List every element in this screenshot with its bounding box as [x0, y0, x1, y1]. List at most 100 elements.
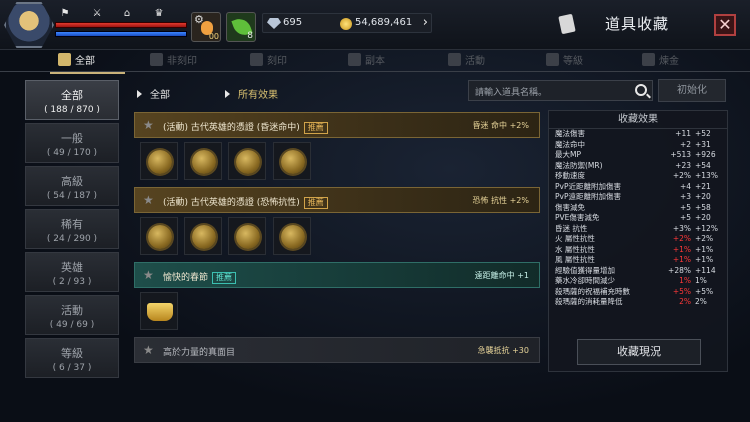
stat-current: +1% — [672, 244, 691, 254]
home-icon[interactable]: ⌂ — [120, 9, 134, 19]
stat-row: 魔法防禦(MR) +23 +54 — [549, 161, 727, 172]
hero-token-icon — [236, 150, 261, 174]
star-icon[interactable]: ★ — [143, 268, 154, 282]
reset-button[interactable]: 初始化 — [658, 79, 726, 102]
stat-max: 1% — [695, 276, 707, 285]
stat-row: 風 屬性抗性 +1% +1% — [549, 255, 727, 266]
category-hero[interactable]: 英雄 ( 2 / 93 ) — [25, 252, 119, 292]
tab-level[interactable]: 等級 — [546, 52, 583, 71]
tab-dungeon[interactable]: 副本 — [348, 52, 385, 71]
stat-current: 2% — [679, 297, 691, 306]
collection-status-button[interactable]: 收藏現況 — [577, 339, 701, 365]
category-list: 全部 ( 188 / 870 ) 一般 ( 49 / 170 ) 高級 ( 54… — [25, 80, 119, 381]
chevron-right-icon[interactable]: › — [423, 15, 428, 30]
book-icon — [58, 53, 71, 66]
stat-name: PVE傷害減免 — [555, 213, 600, 222]
item-slot[interactable] — [272, 142, 311, 180]
gem-icon — [267, 18, 281, 29]
stat-name: PvP遠距離附加傷害 — [555, 192, 621, 201]
effect-filter-dropdown[interactable]: 所有效果 — [225, 86, 278, 101]
stat-name: 藥水冷卻時間減少 — [555, 276, 615, 285]
stat-max: +1% — [695, 244, 714, 254]
stat-list[interactable]: 魔法傷害 +11 +52 魔法命中 +2 +31 最大MP +513 +926 魔法防禦(MR) +… — [549, 129, 727, 308]
collection-group-header[interactable]: ★ 愉快的春節 推薦 遠距離命中 +1 — [134, 262, 540, 288]
item-slot[interactable] — [184, 217, 223, 255]
collection-group: ★ 愉快的春節 推薦 遠距離命中 +1 — [134, 262, 540, 332]
category-normal[interactable]: 一般 ( 49 / 170 ) — [25, 123, 119, 163]
category-level[interactable]: 等級 ( 6 / 37 ) — [25, 338, 119, 378]
collection-group-header[interactable]: ★ 高於力量的真面目 急襲抵抗 +30 — [134, 337, 540, 363]
search-input[interactable]: 請輸入道具名稱。 — [468, 80, 653, 101]
collection-group-header[interactable]: ★ (活動) 古代英雄的憑證 (恐怖抗性) 推薦 恐怖 抗性 +2% — [134, 187, 540, 213]
stat-current: +513 — [670, 150, 691, 159]
stat-name: 水 屬性抗性 — [555, 244, 595, 254]
stat-current: +2% — [672, 234, 691, 243]
star-icon[interactable]: ★ — [143, 193, 154, 207]
hero-token-icon — [280, 225, 305, 249]
stat-row: PVE傷害減免 +5 +20 — [549, 213, 727, 224]
tab-engraved[interactable]: 刻印 — [250, 52, 287, 71]
search-icon[interactable] — [635, 84, 647, 96]
stat-current: +2% — [672, 171, 691, 180]
trophy-icon[interactable]: ♛ — [152, 9, 166, 19]
stat-current: +5 — [679, 213, 691, 222]
item-slot[interactable] — [140, 142, 178, 180]
stat-current: +1% — [672, 255, 691, 264]
stat-max: +58 — [695, 202, 711, 212]
stat-row: 魔法命中 +2 +31 — [549, 140, 727, 151]
stat-max: +20 — [695, 192, 711, 201]
category-rare[interactable]: 稀有 ( 24 / 290 ) — [25, 209, 119, 249]
top-bar: ⚑ ⚔ ⌂ ♛ ⚙ 00 8 695 54,689,461 › 道具收藏 ✕ — [0, 0, 750, 50]
star-icon[interactable]: ★ — [143, 118, 154, 132]
category-advanced[interactable]: 高級 ( 54 / 187 ) — [25, 166, 119, 206]
potion-count: 00 — [208, 32, 219, 41]
item-slot[interactable] — [140, 292, 178, 330]
flag-icon: ⚑ — [60, 8, 70, 19]
tab-bar: 全部 非刻印 刻印 副本 活動 等級 煉金 — [0, 50, 750, 74]
stat-row: PvP近距離附加傷害 +4 +21 — [549, 182, 727, 193]
collection-group-header[interactable]: ★ (活動) 古代英雄的憑證 (昏迷命中) 推薦 昏迷 命中 +2% — [134, 112, 540, 138]
stat-current: +23 — [675, 160, 691, 170]
sword-icon[interactable]: ⚔ — [90, 9, 104, 19]
recommended-badge: 推薦 — [212, 272, 237, 284]
collection-book-icon — [558, 13, 576, 35]
page-title: 道具收藏 — [605, 15, 670, 33]
star-icon[interactable]: ★ — [143, 343, 154, 357]
stat-name: 昏迷 抗性 — [555, 223, 588, 233]
buff-slot[interactable]: 8 — [226, 12, 256, 42]
hero-token-icon — [280, 150, 305, 174]
group-effect: 昏迷 命中 +2% — [472, 121, 529, 130]
potion-slot[interactable]: ⚙ 00 — [191, 12, 221, 42]
collection-list: ★ (活動) 古代英雄的憑證 (昏迷命中) 推薦 昏迷 命中 +2% ★ (活動)… — [134, 112, 540, 372]
stat-name: 經驗值獲得量增加 — [555, 265, 615, 275]
tab-alchemy[interactable]: 煉金 — [642, 52, 679, 71]
item-slot[interactable] — [228, 142, 267, 180]
hero-token-icon — [148, 150, 172, 174]
stat-row: 水 屬性抗性 +1% +1% — [549, 245, 727, 256]
close-icon: ✕ — [718, 15, 732, 34]
tab-event[interactable]: 活動 — [448, 52, 485, 71]
hp-bar — [55, 22, 187, 28]
seal-icon — [250, 53, 263, 66]
category-event[interactable]: 活動 ( 49 / 69 ) — [25, 295, 119, 335]
item-slot[interactable] — [272, 217, 311, 255]
category-all[interactable]: 全部 ( 188 / 870 ) — [25, 80, 119, 120]
gold-amount: 54,689,461 — [355, 17, 413, 28]
group-effect: 恐怖 抗性 +2% — [472, 196, 529, 205]
buff-count: 8 — [247, 31, 253, 41]
tab-non-engraved[interactable]: 非刻印 — [150, 52, 197, 71]
stat-row: 傷害減免 +5 +58 — [549, 203, 727, 214]
item-slot[interactable] — [140, 217, 178, 255]
tab-all[interactable]: 全部 — [50, 52, 125, 74]
item-slot[interactable] — [184, 142, 223, 180]
stat-current: +3% — [672, 223, 691, 233]
stat-name: 魔法防禦(MR) — [555, 160, 603, 170]
stat-max: +114 — [695, 265, 716, 275]
level-icon — [546, 53, 559, 66]
close-button[interactable]: ✕ — [714, 14, 736, 36]
stat-name: 殺瑪薩的消耗量降低 — [555, 297, 623, 306]
category-filter-dropdown[interactable]: 全部 — [137, 86, 170, 101]
stat-current: +5 — [679, 202, 691, 212]
character-avatar[interactable] — [4, 2, 54, 48]
item-slot[interactable] — [228, 217, 267, 255]
